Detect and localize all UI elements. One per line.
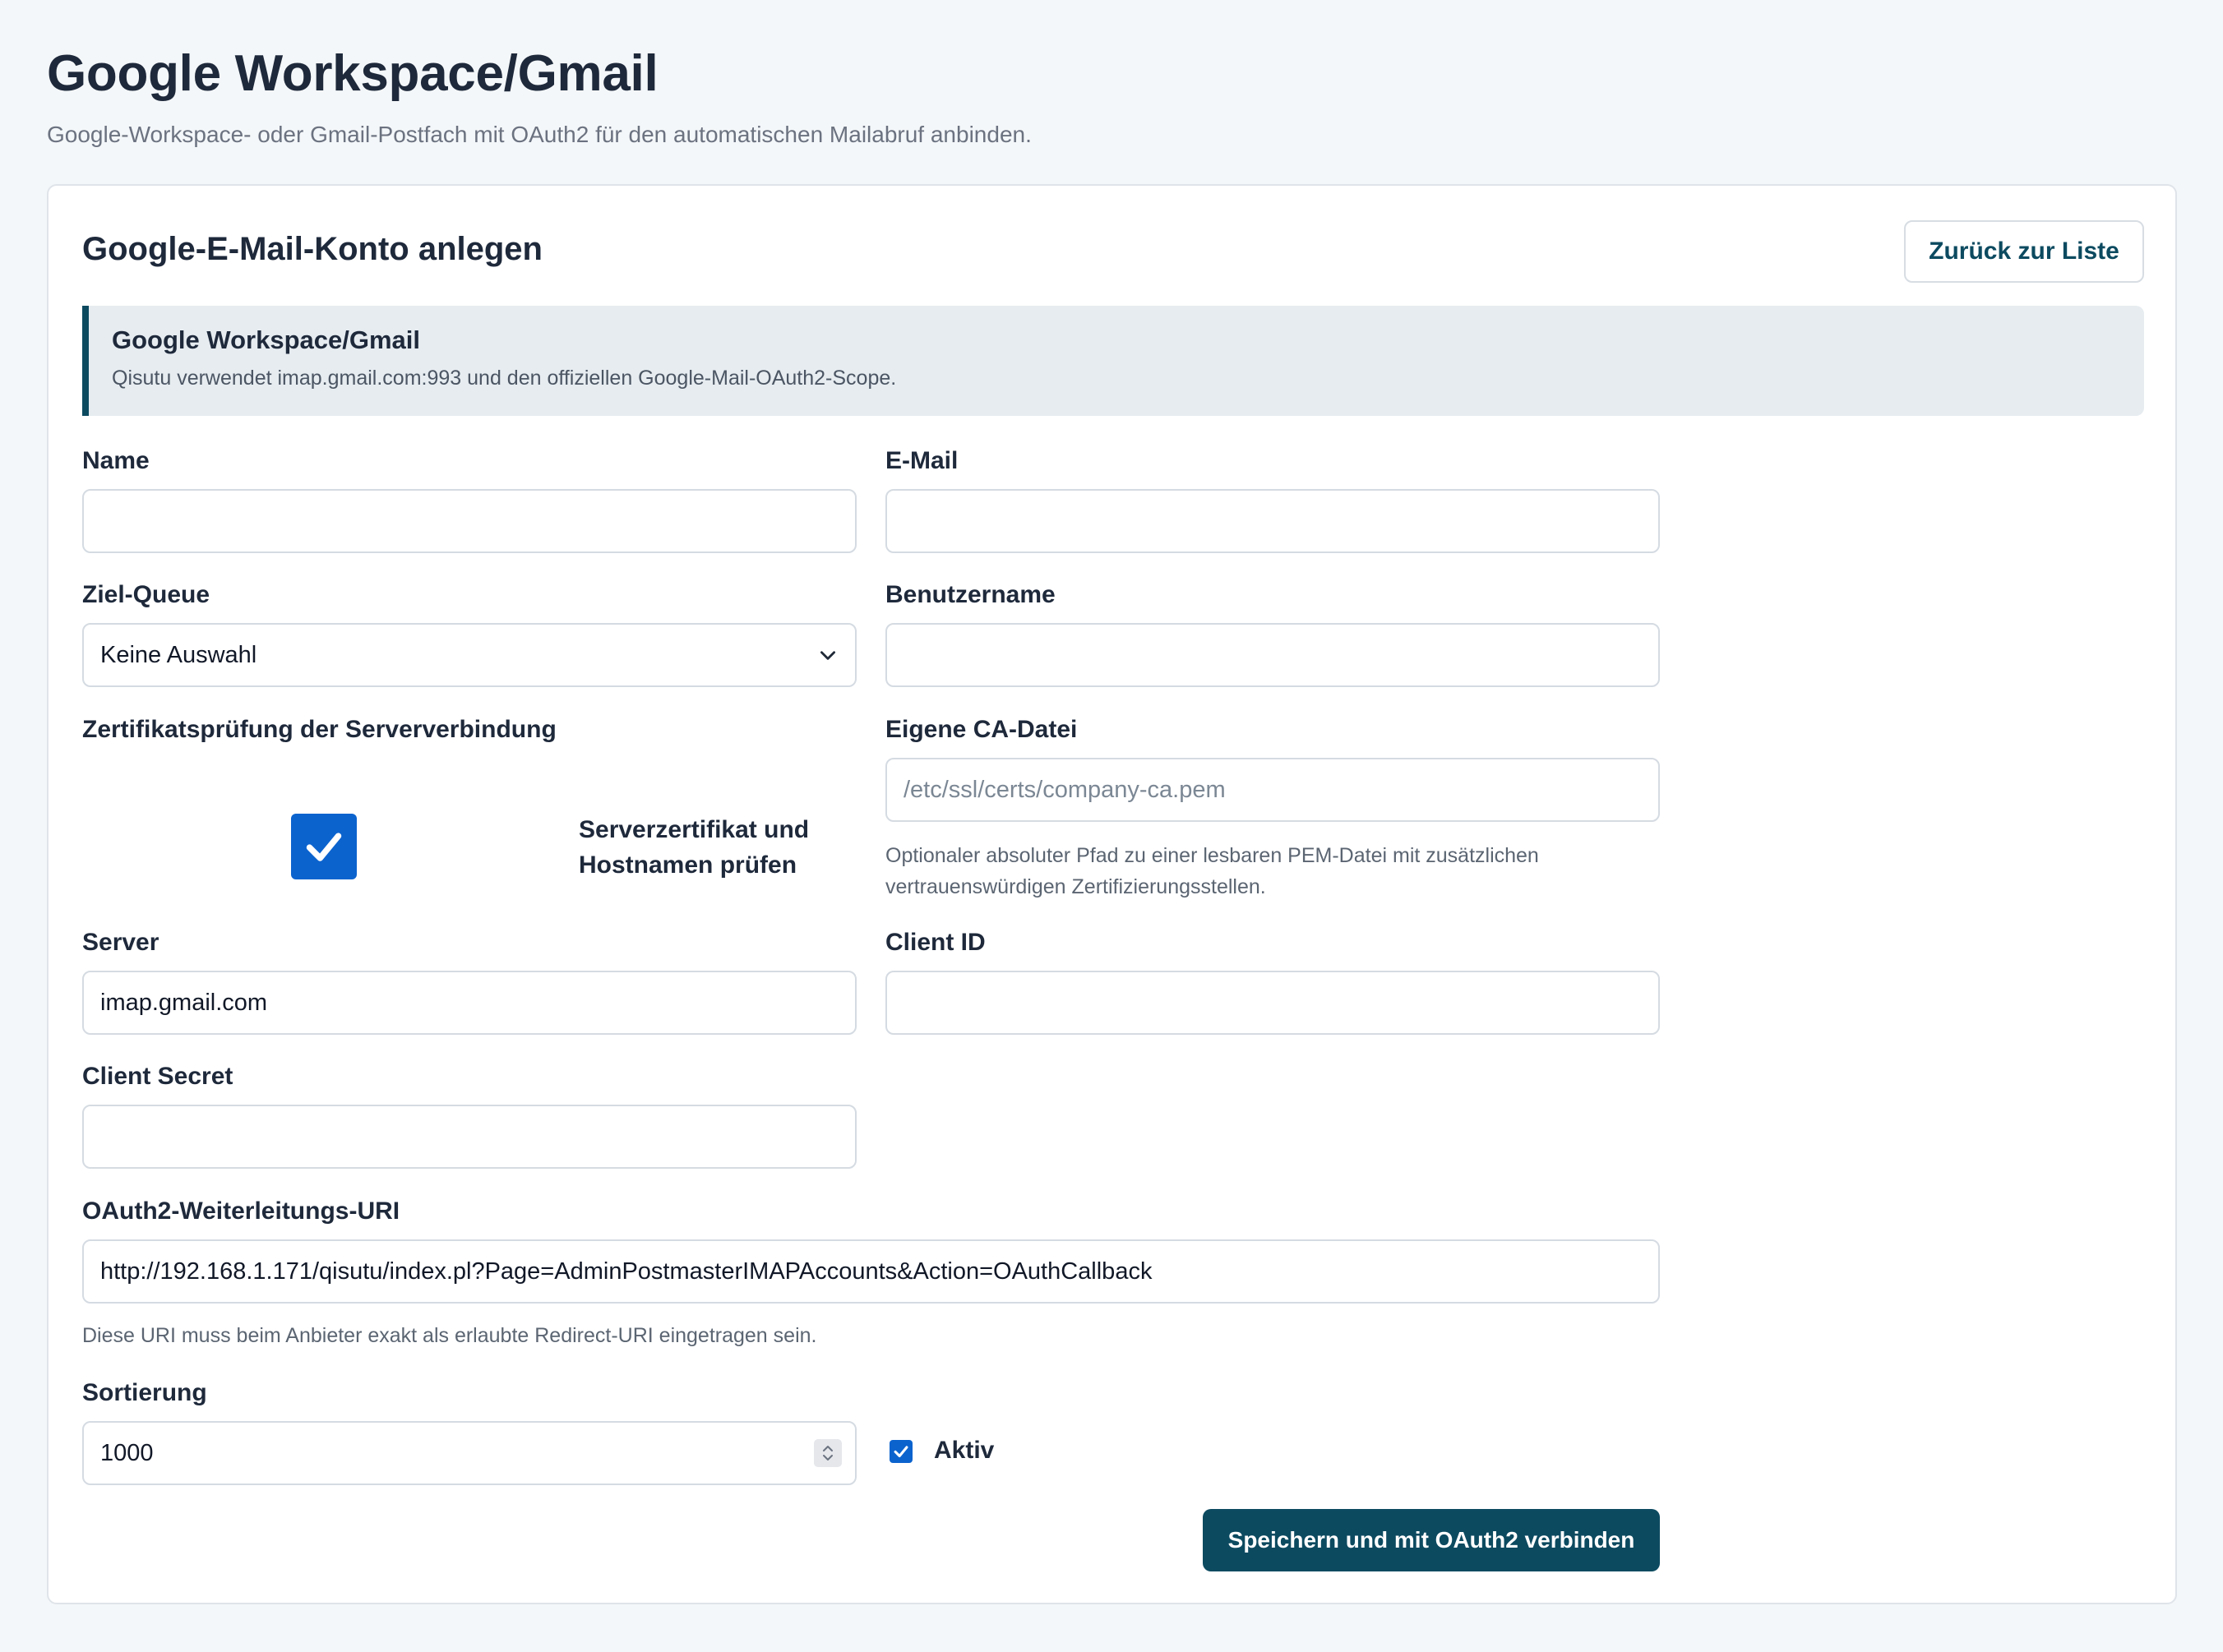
save-and-connect-oauth2-button[interactable]: Speichern und mit OAuth2 verbinden xyxy=(1203,1509,1660,1571)
client-id-label: Client ID xyxy=(885,929,986,956)
cert-check-checkbox-label: Serverzertifikat und Hostnamen prüfen xyxy=(579,816,810,879)
form-card: Google-E-Mail-Konto anlegen Zurück zur L… xyxy=(47,184,2177,1604)
checkmark-icon xyxy=(894,1446,908,1458)
queue-select[interactable]: Keine Auswahl xyxy=(82,623,857,687)
info-text: Qisutu verwendet imap.gmail.com:993 und … xyxy=(112,367,897,390)
cert-check-checkbox[interactable] xyxy=(291,814,357,879)
redirect-uri-input[interactable] xyxy=(82,1239,1660,1304)
page: Google Workspace/Gmail Google-Workspace-… xyxy=(0,0,2223,1652)
page-subtitle: Google-Workspace- oder Gmail-Postfach mi… xyxy=(47,122,1032,147)
page-title: Google Workspace/Gmail xyxy=(47,45,659,102)
email-label: E-Mail xyxy=(885,447,959,474)
active-label: Aktiv xyxy=(934,1437,995,1464)
spinner-arrows-icon xyxy=(823,1446,833,1460)
cert-check-label: Zertifikatsprüfung der Serververbindung xyxy=(82,716,557,743)
name-label: Name xyxy=(82,447,150,474)
client-id-input[interactable] xyxy=(885,971,1660,1035)
sort-label: Sortierung xyxy=(82,1379,207,1406)
sort-field xyxy=(82,1421,857,1485)
client-secret-label: Client Secret xyxy=(82,1063,233,1090)
username-label: Benutzername xyxy=(885,581,1056,608)
chevron-down-icon xyxy=(820,651,835,660)
server-label: Server xyxy=(82,929,159,956)
redirect-uri-label: OAuth2-Weiterleitungs-URI xyxy=(82,1197,400,1225)
number-spinner[interactable] xyxy=(814,1439,842,1467)
info-title: Google Workspace/Gmail xyxy=(112,325,420,354)
username-input[interactable] xyxy=(885,623,1660,687)
active-checkbox[interactable] xyxy=(890,1440,913,1463)
client-secret-input[interactable] xyxy=(82,1105,857,1169)
checkmark-icon xyxy=(306,833,342,861)
email-input[interactable] xyxy=(885,489,1660,553)
card-title: Google-E-Mail-Konto anlegen xyxy=(82,231,543,267)
ca-file-input[interactable] xyxy=(885,758,1660,822)
back-to-list-button[interactable]: Zurück zur Liste xyxy=(1904,220,2144,283)
info-box: Google Workspace/Gmail Qisutu verwendet … xyxy=(82,306,2144,416)
queue-selected-value: Keine Auswahl xyxy=(100,641,257,668)
ca-file-help: Optionaler absoluter Pfad zu einer lesba… xyxy=(885,844,1539,898)
queue-label: Ziel-Queue xyxy=(82,581,210,608)
sort-input[interactable] xyxy=(82,1421,857,1485)
name-input[interactable] xyxy=(82,489,857,553)
server-input[interactable] xyxy=(82,971,857,1035)
ca-file-label: Eigene CA-Datei xyxy=(885,716,1078,743)
redirect-uri-help: Diese URI muss beim Anbieter exakt als e… xyxy=(82,1324,817,1347)
